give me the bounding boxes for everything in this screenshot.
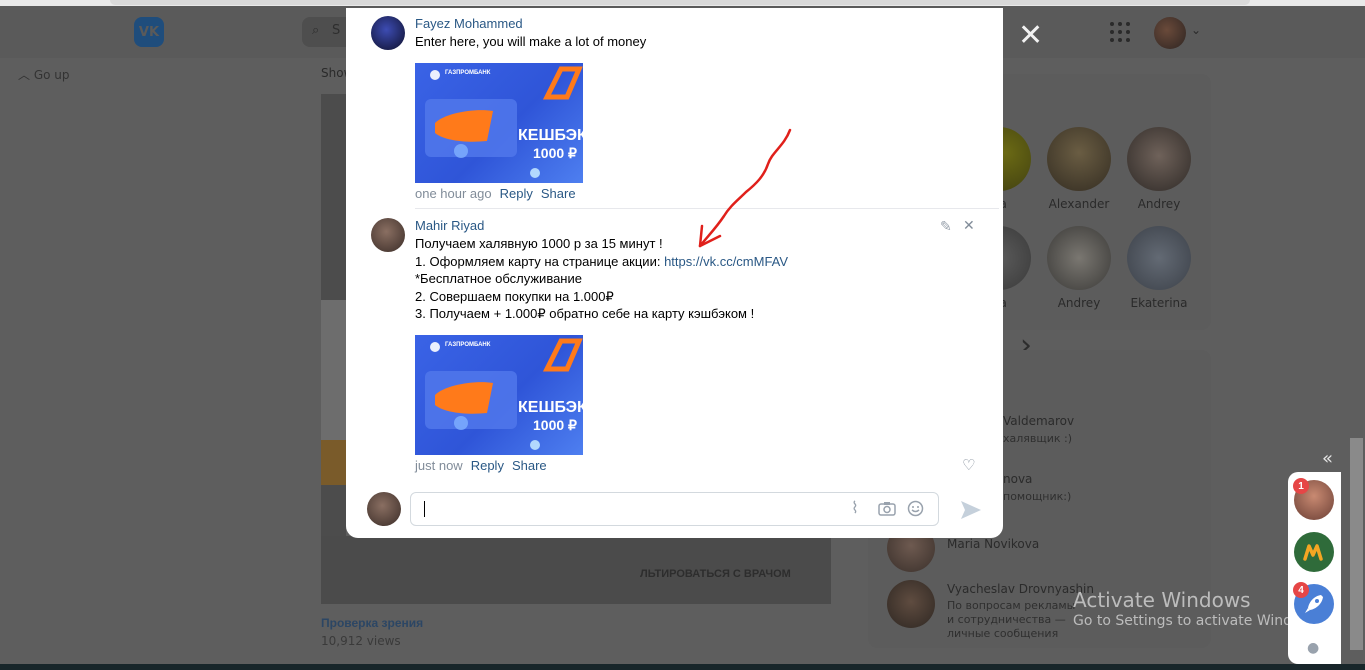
promo-amount: 1000 ₽	[533, 417, 577, 433]
contact-name[interactable]: nova	[1003, 472, 1032, 486]
comment-line: 3. Получаем + 1.000₽ обратно себе на кар…	[415, 306, 755, 322]
m-logo-icon	[1303, 544, 1323, 561]
contact-name[interactable]: Valdemarov	[1003, 414, 1074, 428]
comment-time[interactable]: one hour ago	[415, 186, 492, 201]
edit-icon[interactable]: ✎	[940, 219, 952, 235]
collapse-chats-icon[interactable]: «	[1322, 448, 1333, 469]
friend-name[interactable]: Andrey	[1119, 197, 1199, 211]
chevron-up-icon: ︿	[18, 68, 34, 82]
reply-link[interactable]: Reply	[500, 186, 533, 201]
send-icon[interactable]	[960, 500, 982, 520]
search-placeholder: S	[332, 23, 341, 38]
friend-name[interactable]: Andrey	[1039, 296, 1119, 310]
friend-name[interactable]: Alexander	[1039, 197, 1119, 211]
comment-line-with-link: 1. Оформляем карту на странице акции: ht…	[415, 253, 788, 271]
comment-meta: just now Reply Share	[415, 458, 547, 473]
promo-brand: ГАЗПРОМБАНК	[445, 70, 491, 76]
messages-icon[interactable]: ●	[1307, 640, 1319, 656]
comment-time[interactable]: just now	[415, 458, 463, 473]
browser-tab-edge	[110, 0, 1250, 5]
promo-amount: 1000 ₽	[533, 145, 577, 161]
text-caret	[424, 501, 425, 517]
vk-logo[interactable]: VK	[134, 17, 164, 47]
video-frame-left	[321, 300, 346, 450]
friend-name[interactable]: Ekaterina	[1119, 296, 1199, 310]
taskbar	[0, 664, 1365, 670]
delete-icon[interactable]: ✕	[963, 218, 975, 234]
contact-subtitle: помощник:)	[1003, 490, 1072, 503]
post-modal: Fayez Mohammed Enter here, you will make…	[346, 8, 1003, 538]
annotation-arrow-icon	[698, 128, 792, 248]
comment-avatar[interactable]	[371, 218, 405, 252]
reply-link[interactable]: Reply	[471, 458, 504, 473]
promo-image[interactable]: ГАЗПРОМБАНК КЕШБЭК 1000 ₽	[415, 335, 583, 455]
search-icon: ⌕	[312, 23, 320, 38]
promo-image[interactable]: ГАЗПРОМБАНК КЕШБЭК 1000 ₽	[415, 63, 583, 183]
friend-avatar[interactable]	[1127, 127, 1191, 191]
comment-author[interactable]: Mahir Riyad	[415, 218, 484, 233]
contact-subtitle: По вопросам рекламы и сотрудничества — л…	[947, 599, 1076, 640]
camera-icon[interactable]	[878, 501, 896, 516]
chat-avatar[interactable]	[1294, 532, 1334, 572]
video-title[interactable]: Проверка зрения	[321, 616, 423, 630]
activate-windows-subtitle: Go to Settings to activate Windows.	[1073, 613, 1324, 629]
video-views: 10,912 views	[321, 634, 401, 648]
activate-windows-title: Activate Windows	[1073, 588, 1251, 612]
friend-avatar[interactable]	[1047, 127, 1111, 191]
go-up-label: Go up	[33, 68, 70, 82]
scrollbar[interactable]	[1350, 438, 1363, 650]
contact-name[interactable]: Maria Novikova	[947, 537, 1039, 551]
comment-line: 1. Оформляем карту на странице акции:	[415, 253, 665, 269]
like-heart-icon[interactable]: ♡	[962, 456, 975, 474]
contact-name[interactable]: Vyacheslav Drovnyashin	[947, 582, 1094, 596]
profile-avatar[interactable]	[1154, 17, 1186, 49]
my-avatar[interactable]	[367, 492, 401, 526]
share-link[interactable]: Share	[512, 458, 547, 473]
promo-graphic	[425, 66, 583, 178]
comment-text: Enter here, you will make a lot of money	[415, 34, 647, 49]
promo-graphic	[425, 338, 583, 450]
chat-sidebar: 1 4 ●	[1288, 472, 1341, 664]
comment-avatar[interactable]	[371, 16, 405, 50]
comment-author[interactable]: Fayez Mohammed	[415, 16, 523, 31]
video-frame-orange	[321, 440, 346, 485]
attach-icon[interactable]: ⌇	[851, 498, 859, 517]
friend-avatar[interactable]	[1127, 226, 1191, 290]
friend-avatar[interactable]	[1047, 226, 1111, 290]
emoji-icon[interactable]	[907, 500, 924, 517]
apps-grid-icon[interactable]	[1110, 22, 1130, 42]
comment-input[interactable]: ⌇	[410, 492, 939, 526]
go-up-link[interactable]: ︿ Go up	[18, 66, 70, 83]
comment-line: 2. Совершаем покупки на 1.000₽	[415, 288, 614, 304]
unread-badge: 1	[1293, 478, 1309, 494]
promo-link[interactable]: https://vk.cc/cmMFAV	[664, 254, 788, 269]
share-link[interactable]: Share	[541, 186, 576, 201]
comment-line: *Бесплатное обслуживание	[415, 271, 582, 287]
contact-subtitle: халявщик :)	[1003, 432, 1073, 445]
promo-headline: КЕШБЭК	[518, 127, 583, 144]
close-modal-icon[interactable]: ✕	[1018, 21, 1043, 51]
contact-avatar[interactable]	[887, 580, 935, 628]
video-caption: ЛЬТИРОВАТЬСЯ С ВРАЧОМ	[640, 568, 791, 580]
promo-headline: КЕШБЭК	[518, 399, 583, 416]
chevron-down-icon[interactable]: ⌄	[1191, 23, 1201, 37]
comment-meta: one hour ago Reply Share	[415, 186, 576, 201]
unread-badge: 4	[1293, 582, 1309, 598]
promo-brand: ГАЗПРОМБАНК	[445, 342, 491, 348]
